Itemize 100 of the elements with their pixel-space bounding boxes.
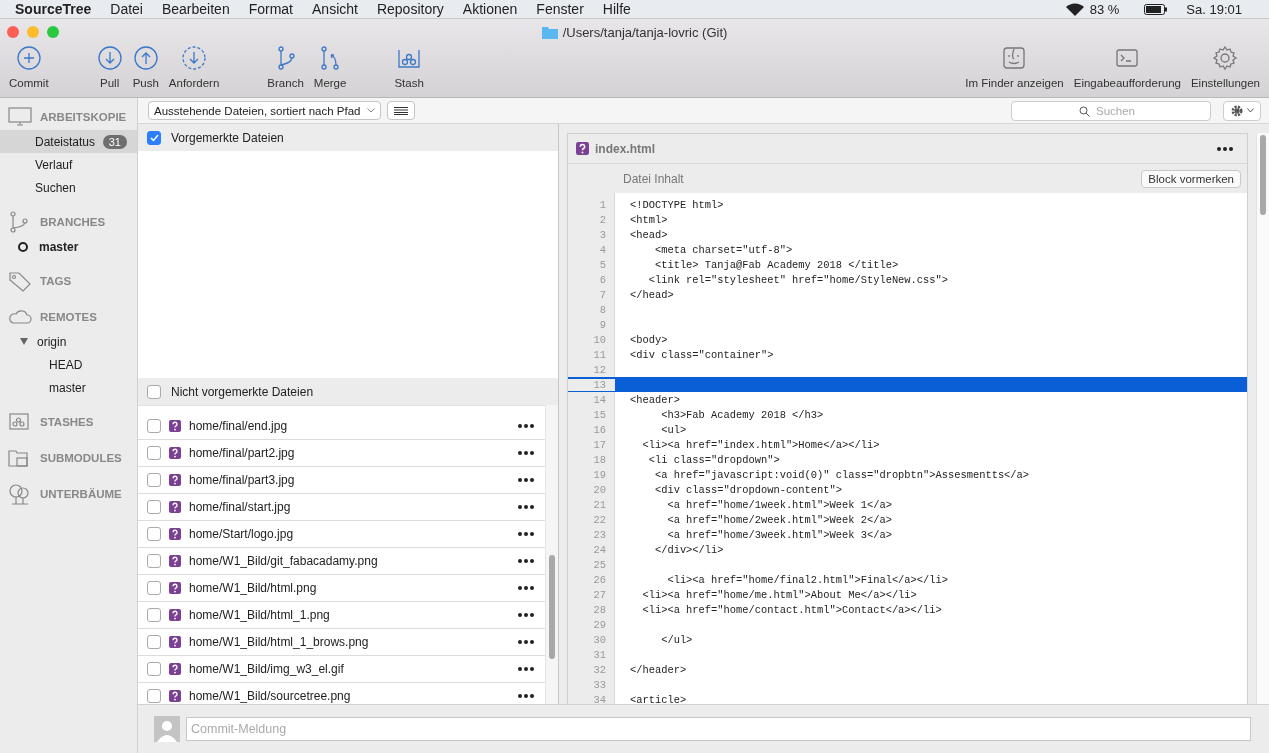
more-button[interactable] — [516, 584, 536, 592]
checkbox[interactable] — [147, 419, 161, 433]
more-button[interactable] — [516, 692, 536, 700]
more-button[interactable] — [1215, 144, 1235, 153]
code-line-highlight[interactable]: 7 </head> — [568, 287, 1247, 302]
toolbar-button[interactable]: Push — [129, 45, 162, 89]
code-line-highlight[interactable]: 1 <!DOCTYPE html> — [568, 197, 1247, 212]
more-button[interactable] — [516, 638, 536, 646]
file-path[interactable]: home/W1_Bild/html_1.png — [189, 608, 508, 622]
code-line-highlight[interactable]: 17 <li><a href="index.html">Home</a></li> — [568, 437, 1247, 452]
more-button[interactable] — [516, 665, 536, 673]
sidebar-item[interactable]: Suchen — [0, 176, 137, 199]
file-path[interactable]: home/W1_Bild/git_fabacadamy.png — [189, 554, 508, 568]
scrollbar-thumb[interactable] — [1260, 135, 1266, 215]
more-button[interactable] — [516, 611, 536, 619]
menu-item[interactable]: Bearbeiten — [161, 1, 230, 17]
sidebar-item[interactable]: master — [0, 376, 137, 399]
file-path[interactable]: home/Start/logo.jpg — [189, 527, 508, 541]
close-button[interactable] — [7, 26, 19, 38]
filter-dropdown[interactable]: Ausstehende Dateien, sortiert nach Pfad — [148, 101, 381, 120]
code-line-highlight[interactable]: 5 <title> Tanja@Fab Academy 2018 </title> — [568, 257, 1247, 272]
more-button[interactable] — [516, 503, 536, 511]
checkbox[interactable] — [147, 473, 161, 487]
checkbox[interactable] — [147, 446, 161, 460]
file-path[interactable]: home/final/part2.jpg — [189, 446, 508, 460]
code-line-highlight[interactable]: 34 <article> — [568, 692, 1247, 704]
file-path[interactable]: home/W1_Bild/img_w3_el.gif — [189, 662, 508, 676]
file-path[interactable]: home/W1_Bild/html.png — [189, 581, 508, 595]
code-line-highlight[interactable]: 16 <ul> — [568, 422, 1247, 437]
file-path[interactable]: home/W1_Bild/sourcetree.png — [189, 689, 508, 703]
toolbar-button[interactable]: Pull — [93, 45, 126, 89]
disclosure-triangle-icon[interactable] — [20, 338, 28, 345]
search-field[interactable]: Suchen — [1011, 100, 1211, 121]
toolbar-button[interactable]: Anfordern — [165, 45, 223, 89]
menu-item[interactable]: Format — [248, 1, 293, 17]
code-line-highlight[interactable]: 2 <html> — [568, 212, 1247, 227]
commit-message-field[interactable]: Commit-Meldung — [186, 717, 1251, 741]
toolbar-button[interactable]: Einstellungen — [1187, 45, 1263, 89]
toolbar-button[interactable]: Merge — [310, 45, 350, 89]
code-line-highlight[interactable]: 22 <a href="home/2week.html">Week 2</a> — [568, 512, 1247, 527]
code-line-highlight[interactable]: 6 <link rel="stylesheet" href="home/StyleNew.css"> — [568, 272, 1247, 287]
more-button[interactable] — [516, 557, 536, 565]
file-path[interactable]: home/W1_Bild/html_1_brows.png — [189, 635, 508, 649]
toolbar-button[interactable]: Stash — [391, 45, 427, 89]
more-button[interactable] — [516, 530, 536, 538]
checkbox[interactable] — [147, 662, 161, 676]
menu-item[interactable]: Datei — [110, 1, 143, 17]
menu-item[interactable]: Aktionen — [462, 1, 518, 17]
wifi-icon[interactable] — [1065, 2, 1084, 16]
code-line-highlight[interactable]: 19 <a href="javascript:void(0)" class="dropbtn">Assesmentts</a> — [568, 467, 1247, 482]
code-line-highlight[interactable]: 28 <li><a href="home/contact.html">Contact</a></li> — [568, 602, 1247, 617]
actions-menu-button[interactable] — [1223, 100, 1261, 121]
menubar-clock[interactable]: Sa. 19:01 — [1186, 1, 1242, 17]
code-line-highlight[interactable]: 15 <h3>Fab Academy 2018 </h3> — [568, 407, 1247, 422]
code-line-highlight[interactable]: 27 <li><a href="home/me.html">About Me</a></li> — [568, 587, 1247, 602]
app-menu[interactable]: SourceTree — [15, 1, 92, 17]
checkbox[interactable] — [147, 130, 161, 145]
code-line-highlight[interactable]: 11 <div class="container"> — [568, 347, 1247, 362]
file-path[interactable]: home/final/part3.jpg — [189, 473, 508, 487]
stage-hunk-button[interactable]: Block vormerken — [1141, 169, 1241, 188]
code-line-highlight[interactable]: 10 <body> — [568, 332, 1247, 347]
checkbox[interactable] — [147, 554, 161, 568]
file-path[interactable]: home/final/start.jpg — [189, 500, 508, 514]
toolbar-button[interactable]: Eingabeaufforderung — [1070, 45, 1184, 89]
code-line-highlight[interactable]: 21 <a href="home/1week.html">Week 1</a> — [568, 497, 1247, 512]
battery-icon[interactable] — [1144, 3, 1169, 15]
menu-item[interactable]: Repository — [376, 1, 444, 17]
sidebar-item[interactable]: HEAD — [0, 353, 137, 376]
checkbox[interactable] — [147, 581, 161, 595]
scrollbar-thumb[interactable] — [549, 555, 555, 659]
toolbar-button[interactable]: Branch — [264, 45, 307, 89]
code-line-highlight[interactable]: 3 <head> — [568, 227, 1247, 242]
sidebar-item[interactable]: origin — [0, 330, 137, 353]
checkbox[interactable] — [147, 500, 161, 514]
checkbox[interactable] — [147, 384, 161, 399]
more-button[interactable] — [516, 476, 536, 484]
checkbox[interactable] — [147, 527, 161, 541]
sidebar-item[interactable]: Dateistatus 31 — [0, 130, 137, 153]
code-line-highlight[interactable]: 23 <a href="home/3week.html">Week 3</a> — [568, 527, 1247, 542]
sidebar-item[interactable]: Verlauf — [0, 153, 137, 176]
view-mode-button[interactable] — [386, 101, 415, 120]
toolbar-button[interactable]: Im Finder anzeigen — [962, 45, 1067, 89]
file-path[interactable]: home/final/end.jpg — [189, 419, 508, 433]
checkbox[interactable] — [147, 608, 161, 622]
code-line-highlight[interactable]: 18 <li class="dropdown"> — [568, 452, 1247, 467]
menu-item[interactable]: Hilfe — [602, 1, 631, 17]
code-line-highlight[interactable]: 32 </header> — [568, 662, 1247, 677]
more-button[interactable] — [516, 449, 536, 457]
menu-item[interactable]: Fenster — [536, 1, 584, 17]
code-line-highlight[interactable]: 24 </div></li> — [568, 542, 1247, 557]
code-line-highlight[interactable]: 26 <li><a href="home/final2.html">Final</a></li> — [568, 572, 1247, 587]
code-line-highlight[interactable]: 14 <header> — [568, 392, 1247, 407]
code-line-highlight[interactable]: 30 </ul> — [568, 632, 1247, 647]
checkbox[interactable] — [147, 689, 161, 703]
sidebar-item[interactable]: master — [0, 235, 137, 258]
toolbar-button[interactable]: Commit — [6, 45, 52, 89]
checkbox[interactable] — [147, 635, 161, 649]
code-line-highlight[interactable]: 4 <meta charset="utf-8"> — [568, 242, 1247, 257]
code-line-highlight[interactable]: 20 <div class="dropdown-content"> — [568, 482, 1247, 497]
menu-item[interactable]: Ansicht — [312, 1, 358, 17]
